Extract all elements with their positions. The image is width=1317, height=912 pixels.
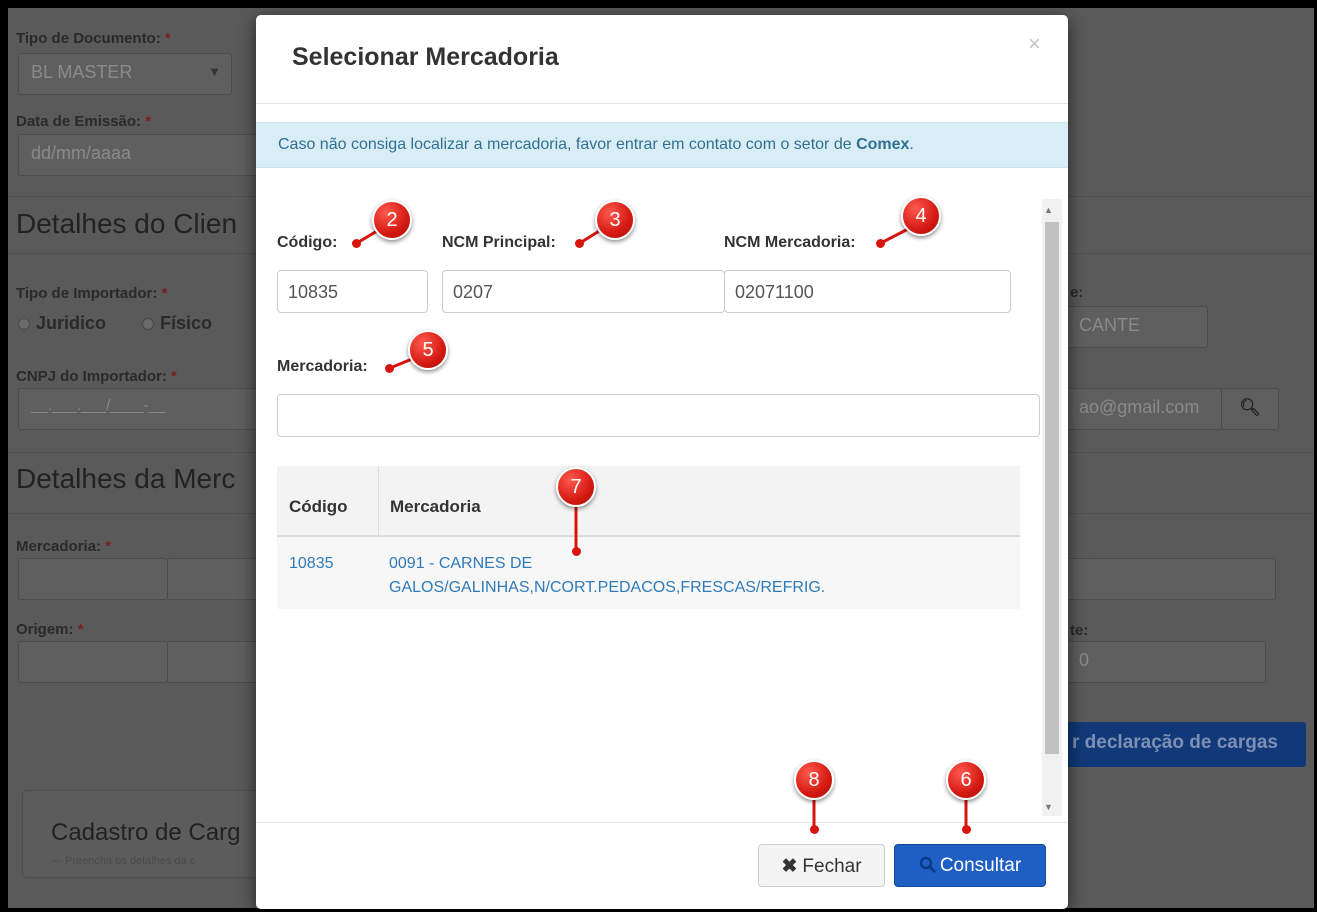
marker-6: 6 [946,760,986,800]
marker-2: 2 [372,200,412,240]
marker-5: 5 [408,330,448,370]
marker-dot [810,825,819,834]
marker-4: 4 [901,196,941,236]
marker-dot [575,239,584,248]
marker-8: 8 [794,760,834,800]
marker-dot [385,364,394,373]
marker-3: 3 [595,200,635,240]
marker-dot [962,825,971,834]
marker-dot [572,547,581,556]
marker-leader-lines [355,226,968,831]
marker-7: 7 [556,467,596,507]
marker-dot [352,239,361,248]
marker-dot [876,239,885,248]
